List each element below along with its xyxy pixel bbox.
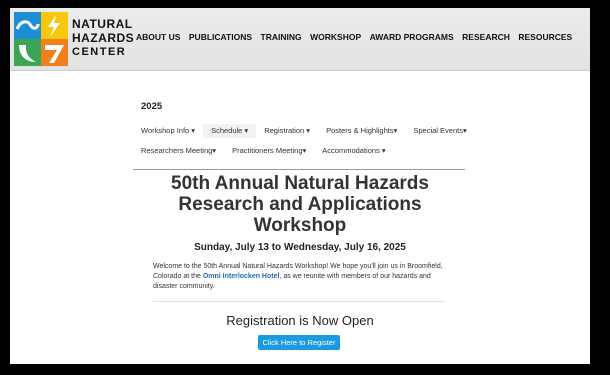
page-title: 50th Annual Natural Hazards Research and…	[10, 173, 590, 236]
subnav-accommodations[interactable]: Accommodations ▾	[314, 144, 393, 158]
nav-about-us[interactable]: ABOUT US	[136, 32, 180, 42]
site-logo[interactable]: NATURAL HAZARDS CENTER	[14, 12, 134, 68]
site-header: NATURAL HAZARDS CENTER ABOUT US PUBLICAT…	[10, 8, 590, 71]
subnav-special-events[interactable]: Special Events▾	[405, 124, 474, 138]
natural-hazards-logo-icon	[14, 12, 68, 66]
main-navigation: ABOUT US PUBLICATIONS TRAINING WORKSHOP …	[136, 32, 581, 42]
welcome-paragraph: Welcome to the 50th Annual Natural Hazar…	[153, 262, 453, 292]
workshop-subnav: Workshop Info ▾ Schedule ▾ Registration …	[133, 121, 467, 170]
nav-award-programs[interactable]: AWARD PROGRAMS	[370, 32, 454, 42]
nav-publications[interactable]: PUBLICATIONS	[189, 32, 252, 42]
subnav-posters-highlights[interactable]: Posters & Highlights▾	[318, 124, 405, 138]
nav-training[interactable]: TRAINING	[261, 32, 302, 42]
title-line: 50th Annual Natural Hazards	[171, 173, 429, 194]
workshop-dates: Sunday, July 13 to Wednesday, July 16, 2…	[194, 242, 406, 253]
divider	[153, 301, 445, 302]
main-content: 2025 Workshop Info ▾ Schedule ▾ Registra…	[10, 71, 590, 364]
subnav-workshop-info[interactable]: Workshop Info ▾	[133, 124, 203, 138]
nav-workshop[interactable]: WORKSHOP	[310, 32, 361, 42]
title-line: Workshop	[253, 215, 347, 236]
logo-line: CENTER	[72, 46, 127, 58]
year-heading: 2025	[141, 101, 163, 112]
browser-page: NATURAL HAZARDS CENTER ABOUT US PUBLICAT…	[10, 8, 590, 364]
subnav-registration[interactable]: Registration ▾	[256, 124, 318, 138]
subnav-researchers-meeting[interactable]: Researchers Meeting▾	[133, 144, 224, 158]
title-line: Research and Applications	[178, 194, 422, 215]
logo-wordmark: NATURAL HAZARDS CENTER	[72, 17, 134, 59]
hotel-link[interactable]: Omni Interlocken Hotel	[203, 273, 280, 280]
registration-heading: Registration is Now Open	[226, 313, 374, 328]
subnav-schedule[interactable]: Schedule ▾	[203, 124, 257, 138]
register-button[interactable]: Click Here to Register	[258, 335, 340, 350]
logo-line: HAZARDS	[72, 31, 135, 45]
logo-line: NATURAL	[72, 17, 133, 31]
nav-research[interactable]: RESEARCH	[462, 32, 510, 42]
nav-resources[interactable]: RESOURCES	[518, 32, 572, 42]
subnav-practitioners-meeting[interactable]: Practitioners Meeting▾	[224, 144, 314, 158]
